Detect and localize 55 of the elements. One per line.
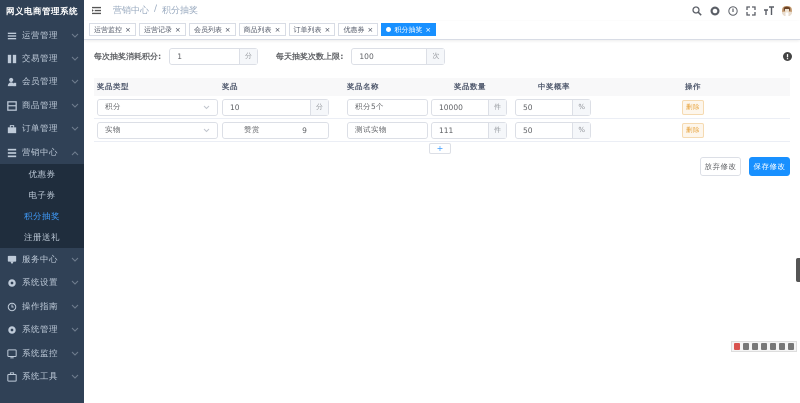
- chat-icon: [7, 255, 17, 266]
- submenu-item[interactable]: 注册送礼: [0, 227, 84, 248]
- chevron-icon: [71, 280, 79, 286]
- fullscreen-icon[interactable]: [746, 6, 756, 16]
- breadcrumb-item: 积分抽奖: [162, 4, 198, 17]
- font-size-icon[interactable]: [764, 6, 774, 16]
- chevron-icon: [71, 56, 79, 62]
- menu-item[interactable]: 营销中心: [0, 140, 84, 164]
- list-icon: [7, 30, 17, 41]
- breadcrumb-item: /: [154, 4, 158, 16]
- menu-item[interactable]: 商品管理: [0, 94, 84, 118]
- search-icon[interactable]: [692, 6, 702, 16]
- field-label: 每次抽奖消耗积分:: [94, 50, 162, 62]
- chevron-icon: [71, 126, 79, 132]
- bag-icon: [7, 124, 17, 134]
- chevron-icon: [71, 327, 79, 334]
- menu-item[interactable]: 系统设置: [0, 272, 84, 296]
- chevron-icon: [71, 150, 79, 156]
- menu-item[interactable]: 会员管理: [0, 70, 84, 94]
- question-icon[interactable]: [728, 6, 738, 16]
- chevron-icon: [203, 128, 210, 132]
- grid-icon: [7, 100, 17, 111]
- chevron-icon: [71, 32, 79, 39]
- chevron-icon: [71, 350, 79, 357]
- menu-item[interactable]: 系统工具: [0, 365, 84, 389]
- submenu-item[interactable]: 优惠券: [0, 164, 84, 186]
- submenu-item[interactable]: 电子券: [0, 185, 84, 206]
- menu-item[interactable]: 订单管理: [0, 118, 84, 141]
- chevron-icon: [71, 102, 79, 109]
- submenu-item[interactable]: 积分抽奖: [0, 206, 84, 228]
- chevron-icon: [71, 304, 79, 310]
- menu-item[interactable]: 系统监控: [0, 342, 84, 366]
- help-icon[interactable]: [783, 52, 792, 61]
- app-title: 网义电商管理系统: [5, 6, 79, 19]
- gear-icon: [7, 278, 17, 288]
- chevron-icon: [203, 104, 210, 110]
- menu-item[interactable]: 系统管理: [0, 318, 84, 342]
- chevron-icon: [71, 79, 79, 86]
- menu-icon[interactable]: [92, 6, 101, 15]
- toolbox-icon: [7, 372, 17, 382]
- field-label: 每天抽奖次数上限:: [276, 50, 344, 62]
- columns-icon: [7, 54, 17, 64]
- menu-item[interactable]: 服务中心: [0, 248, 84, 272]
- chevron-icon: [71, 374, 79, 380]
- monitor-icon: [7, 348, 17, 359]
- gear-icon: [7, 325, 17, 336]
- menu-item[interactable]: 运营管理: [0, 24, 84, 48]
- list-icon: [7, 148, 17, 158]
- chevron-icon: [71, 257, 79, 264]
- menu-item[interactable]: 操作指南: [0, 295, 84, 319]
- user-icon: [7, 77, 17, 88]
- breadcrumb-item: 营销中心: [113, 4, 149, 17]
- extension-toolbar[interactable]: [731, 341, 797, 352]
- menu-item[interactable]: 交易管理: [0, 47, 84, 71]
- clock-icon: [7, 302, 17, 312]
